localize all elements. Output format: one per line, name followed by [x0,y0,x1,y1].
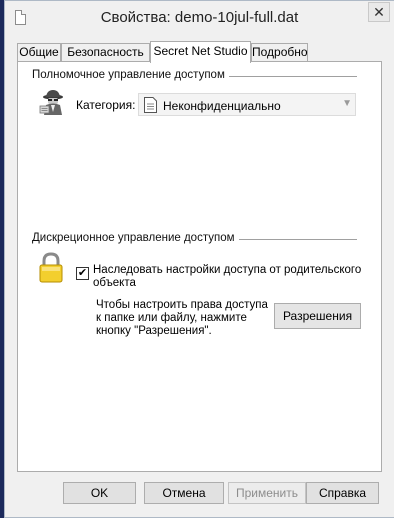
tab-secret-net-studio[interactable]: Secret Net Studio [150,41,251,63]
help-button[interactable]: Справка [306,482,379,504]
close-button[interactable]: ✕ [368,2,390,22]
mandatory-group-title: Полномочное управление доступом [32,69,229,81]
inherit-label: Наследовать настройки доступа от родител… [93,264,362,289]
tab-general[interactable]: Общие [17,43,61,62]
permissions-hint: Чтобы настроить права доступа к папке ил… [96,299,268,337]
spy-icon [39,90,63,115]
title-bar[interactable]: Свойства: demo-10jul-full.dat ✕ [5,1,394,35]
document-icon [144,97,157,113]
close-icon: ✕ [373,4,385,20]
discretionary-group-title: Дискреционное управление доступом [32,232,239,244]
ok-button[interactable]: OK [63,482,136,504]
apply-button[interactable]: Применить [228,482,306,504]
inherit-checkbox[interactable]: ✔ [76,267,89,280]
category-label: Категория: [76,98,136,112]
permissions-button[interactable]: Разрешения [274,303,361,329]
file-icon [15,10,26,25]
lock-icon [39,252,63,283]
window-title: Свойства: demo-10jul-full.dat [100,9,299,26]
chevron-down-icon: ▼ [342,98,352,109]
category-value: Неконфиденциально [163,99,281,113]
tab-details[interactable]: Подробно [251,43,308,62]
tab-security[interactable]: Безопасность [61,43,150,62]
tab-panel: Полномочное управление доступом Категори… [17,61,382,472]
category-dropdown[interactable]: Неконфиденциально ▼ [138,93,356,116]
properties-window: Свойства: demo-10jul-full.dat ✕ Общие Бе… [4,0,394,518]
cancel-button[interactable]: Отмена [144,482,224,504]
